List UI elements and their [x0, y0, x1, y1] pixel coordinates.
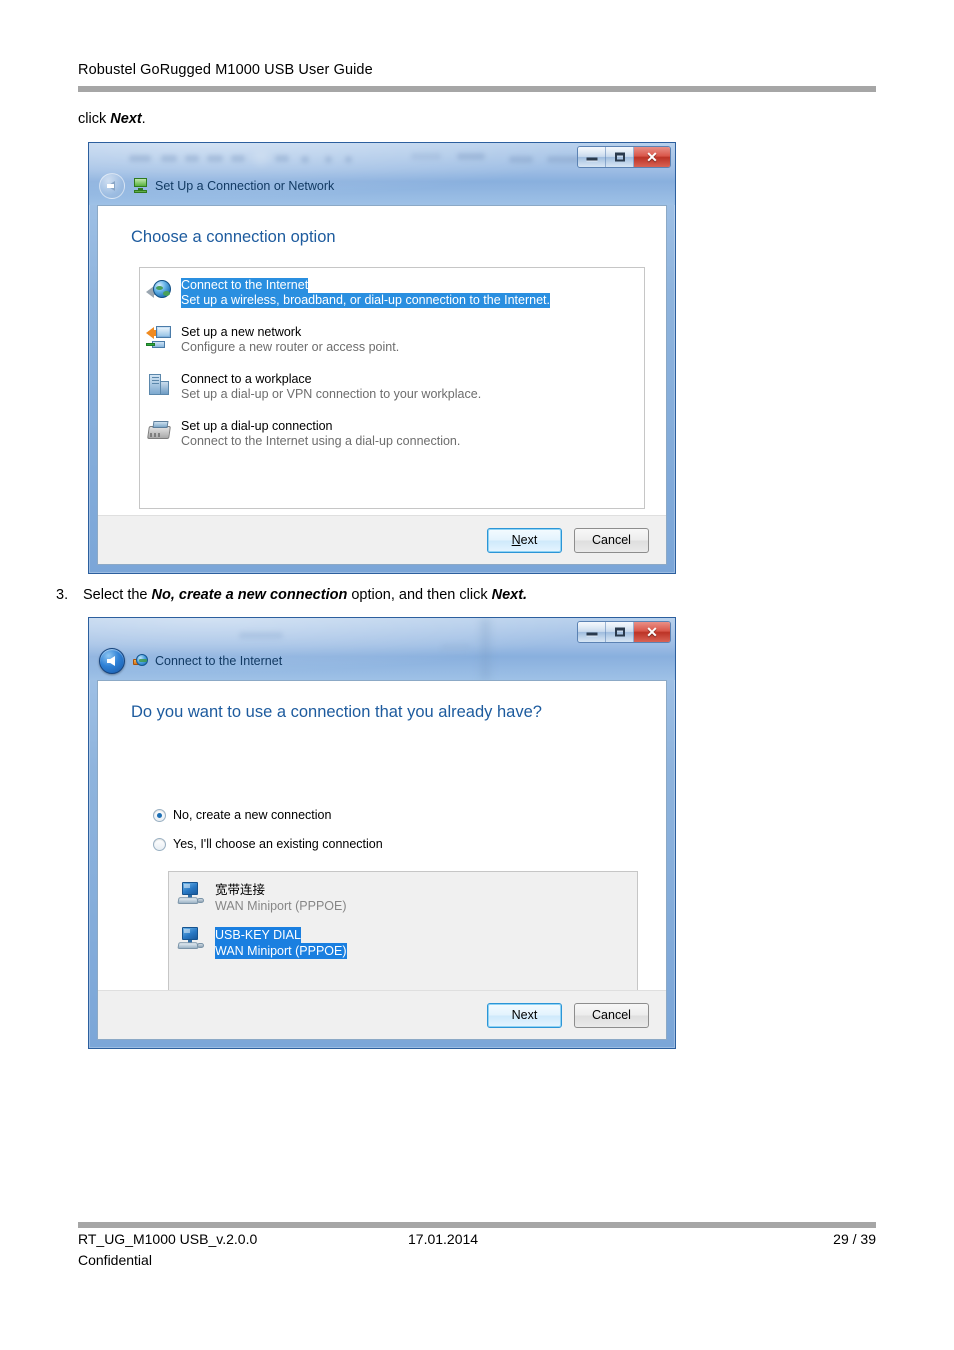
dialog2-title: Connect to the Internet	[155, 653, 283, 668]
dialog1-content: Choose a connection option Connect to th…	[98, 206, 666, 515]
globe-plug-icon	[133, 653, 149, 669]
cancel-button[interactable]: Cancel	[574, 527, 649, 553]
dialog1-title-area: Set Up a Connection or Network	[133, 178, 334, 194]
dialog1-client-area: Choose a connection option Connect to th…	[97, 205, 667, 565]
option-connect-to-a-workplace[interactable]: Connect to a workplace Set up a dial-up …	[146, 372, 481, 402]
option-description: Set up a dial-up or VPN connection to yo…	[181, 387, 482, 401]
step-3-bold-option: No, create a new connection	[151, 587, 348, 603]
maximize-icon	[614, 627, 625, 637]
new-network-icon	[146, 325, 172, 351]
minimize-icon	[586, 632, 597, 636]
radio-button-icon[interactable]	[153, 837, 166, 851]
step-3-prefix: Select the	[83, 587, 152, 603]
dialup-modem-icon	[146, 419, 172, 445]
step-3-middle: option, and then click	[347, 587, 492, 603]
dialog2-page-title: Do you want to use a connection that you…	[131, 703, 542, 721]
document-header: Robustel GoRugged M1000 USB User Guide	[78, 62, 876, 78]
step-2-prefix: click	[78, 111, 111, 127]
option-title: Connect to a workplace	[181, 372, 312, 386]
option-description: Configure a new router or access point.	[181, 340, 400, 354]
minimize-icon	[586, 157, 597, 161]
dialog1-nav-row: Set Up a Connection or Network	[99, 172, 334, 200]
dialog1-button-bar: Next Cancel	[98, 515, 666, 564]
close-button[interactable]: ✕	[634, 147, 670, 167]
header-title: Robustel GoRugged M1000 USB User Guide	[78, 62, 373, 78]
connection-name: 宽带连接	[215, 883, 266, 897]
option-connect-to-the-internet[interactable]: Connect to the Internet Set up a wireles…	[146, 278, 550, 308]
dialog-set-up-a-connection-or-network[interactable]: ✕ Set Up a Connection or Network Choose …	[88, 142, 676, 574]
dialog1-title: Set Up a Connection or Network	[155, 178, 335, 193]
computer-connection-icon	[177, 927, 205, 951]
footer-doc-id: RT_UG_M1000 USB_v.2.0.0	[78, 1231, 258, 1247]
step-2-period: .	[141, 111, 146, 127]
next-button[interactable]: Next	[487, 527, 562, 553]
step-2-bold: Next	[110, 111, 142, 127]
footer-rule	[78, 1222, 876, 1228]
option-description: Set up a wireless, broadband, or dial-up…	[181, 293, 550, 308]
maximize-button[interactable]	[606, 622, 634, 642]
document-page: Robustel GoRugged M1000 USB User Guide c…	[0, 0, 954, 1350]
close-button[interactable]: ✕	[634, 622, 670, 642]
footer-date: 17.01.2014	[408, 1231, 479, 1247]
computer-connection-icon	[177, 882, 205, 906]
option-title: Set up a dial-up connection	[181, 419, 333, 433]
close-icon: ✕	[646, 624, 658, 640]
next-button[interactable]: Next	[487, 1002, 562, 1028]
footer-page-number: 29 / 39	[833, 1231, 876, 1247]
step-3-bold-next: Next.	[491, 587, 528, 603]
dialog2-title-area: Connect to the Internet	[133, 653, 282, 669]
option-title: Set up a new network	[181, 325, 302, 339]
back-arrow-icon	[107, 656, 115, 666]
back-button[interactable]	[99, 173, 125, 199]
dialog2-nav-row: Connect to the Internet	[99, 647, 282, 675]
dialog2-titlebar[interactable]: ✕ Connect to the Internet	[89, 618, 675, 680]
option-description: Connect to the Internet using a dial-up …	[181, 434, 461, 448]
dialog2-content: Do you want to use a connection that you…	[98, 681, 666, 1032]
connection-name: USB-KEY DIAL	[215, 927, 301, 943]
connection-device: WAN Miniport (PPPOE)	[215, 899, 347, 913]
footer-confidential: Confidential	[78, 1252, 152, 1268]
step-3-number: 3.	[56, 587, 69, 603]
minimize-button[interactable]	[578, 147, 606, 167]
next-button-label: ext	[520, 533, 538, 547]
dialog1-titlebar[interactable]: ✕ Set Up a Connection or Network	[89, 143, 675, 205]
step-2-text: click Next.	[78, 111, 146, 127]
connection-item-broadband[interactable]: 宽带连接 WAN Miniport (PPPOE)	[177, 882, 347, 914]
back-arrow-icon	[107, 181, 115, 191]
cancel-button[interactable]: Cancel	[574, 1002, 649, 1028]
dialog2-button-bar: Next Cancel	[98, 990, 666, 1039]
radio-button-icon[interactable]	[153, 808, 166, 822]
option-set-up-a-dial-up-connection[interactable]: Set up a dial-up connection Connect to t…	[146, 419, 460, 449]
document-footer: RT_UG_M1000 USB_v.2.0.0 17.01.2014 29 / …	[78, 1231, 876, 1247]
connection-device: WAN Miniport (PPPOE)	[215, 943, 347, 959]
connection-option-list[interactable]: Connect to the Internet Set up a wireles…	[139, 267, 645, 509]
radio-label: No, create a new connection	[173, 808, 332, 822]
radio-yes-choose-existing-connection[interactable]: Yes, I'll choose an existing connection	[153, 837, 383, 851]
cancel-button-label: Cancel	[592, 533, 631, 547]
connection-item-usb-key-dial[interactable]: USB-KEY DIAL WAN Miniport (PPPOE)	[177, 927, 347, 959]
maximize-icon	[614, 152, 625, 162]
close-icon: ✕	[646, 149, 658, 165]
workplace-icon	[146, 372, 172, 398]
network-setup-icon	[133, 178, 149, 194]
option-title: Connect to the Internet	[181, 278, 309, 293]
minimize-button[interactable]	[578, 622, 606, 642]
back-button[interactable]	[99, 648, 125, 674]
maximize-button[interactable]	[606, 147, 634, 167]
dialog2-window-controls[interactable]: ✕	[577, 621, 671, 643]
radio-label: Yes, I'll choose an existing connection	[173, 837, 383, 851]
next-button-label: Next	[511, 1008, 538, 1022]
dialog2-client-area: Do you want to use a connection that you…	[97, 680, 667, 1040]
cancel-button-label: Cancel	[592, 1008, 631, 1022]
dialog1-page-title: Choose a connection option	[131, 228, 336, 246]
dialog1-window-controls[interactable]: ✕	[577, 146, 671, 168]
step-3-text: 3. Select the No, create a new connection…	[56, 587, 756, 603]
header-rule	[78, 86, 876, 92]
radio-no-create-a-new-connection[interactable]: No, create a new connection	[153, 808, 331, 822]
globe-connect-icon	[146, 278, 172, 304]
next-button-mnemonic: N	[511, 533, 521, 547]
option-set-up-a-new-network[interactable]: Set up a new network Configure a new rou…	[146, 325, 399, 355]
dialog-connect-to-the-internet[interactable]: ✕ Connect to the Internet Do you want to…	[88, 617, 676, 1049]
